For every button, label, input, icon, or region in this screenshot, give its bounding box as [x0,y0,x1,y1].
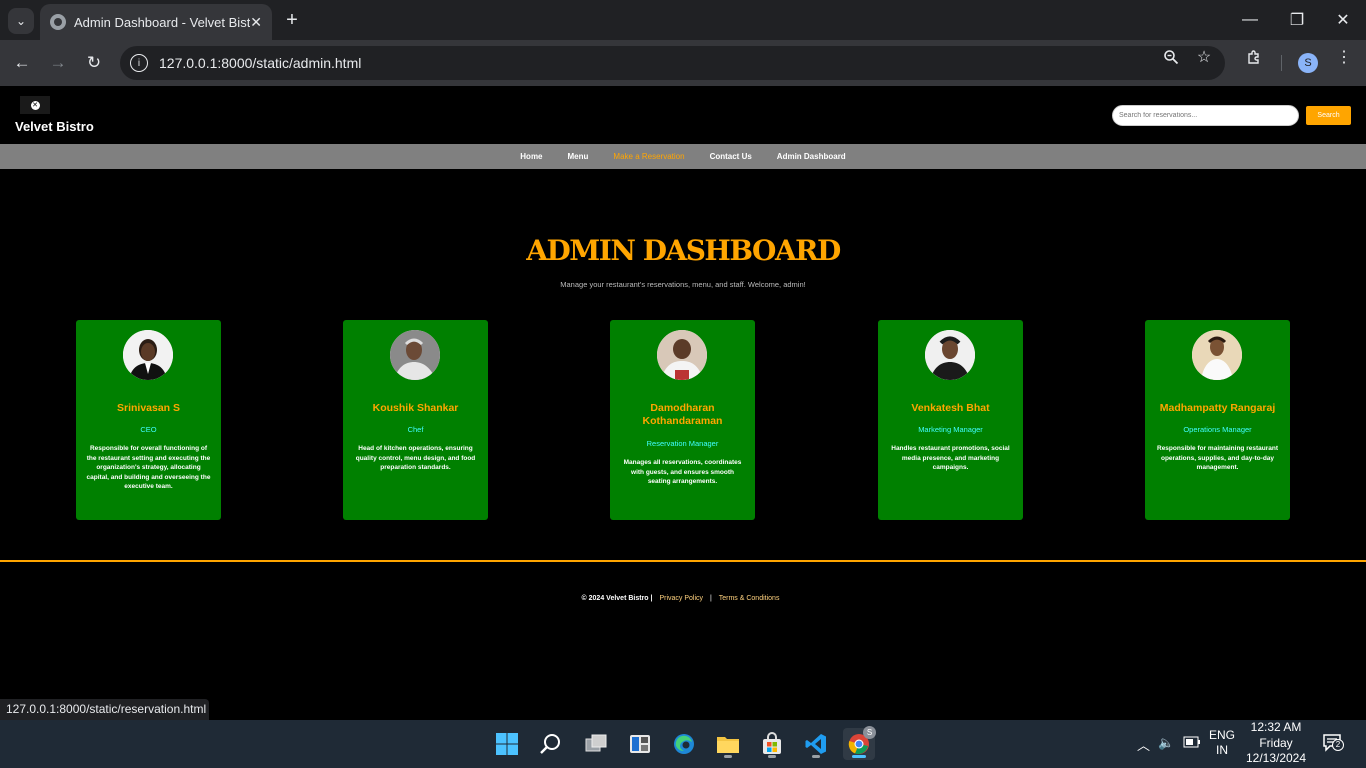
staff-photo [657,330,707,380]
running-indicator [724,755,732,758]
file-explorer-icon[interactable] [712,728,744,760]
profile-avatar[interactable]: S [1298,53,1318,73]
address-bar[interactable]: i 127.0.0.1:8000/static/admin.html [120,46,1225,80]
page-subtitle: Manage your restaurant's reservations, m… [560,280,806,289]
zoom-icon[interactable] [1162,48,1180,66]
staff-description: Responsible for maintaining restaurant o… [1157,445,1278,471]
staff-description: Responsible for overall functioning of t… [86,445,211,490]
browser-tab[interactable]: Admin Dashboard - Velvet Bistro ✕ [40,4,272,40]
staff-name: Damodharan Kothandaraman [642,402,723,427]
staff-card: Koushik Shankar Chef Head of kitchen ope… [343,320,488,520]
staff-name: Srinivasan S [116,402,181,414]
running-indicator [768,755,776,758]
footer-separator: | [709,595,712,602]
clock-time: 12:32 AM [1250,720,1302,734]
browser-toolbar: ← → ↻ i 127.0.0.1:8000/static/admin.html… [0,40,1366,86]
brand-name[interactable]: Velvet Bistro [15,119,94,134]
staff-role: Marketing Manager [918,425,983,434]
link-status-bar: 127.0.0.1:8000/static/reservation.html [0,699,209,720]
site-header: ✕ Velvet Bistro Search [0,86,1366,144]
volume-icon[interactable]: 🔈 [1158,735,1174,751]
reservation-search-input[interactable] [1112,105,1299,126]
reload-icon[interactable]: ↻ [82,51,106,75]
web-page: ✕ Velvet Bistro Search Home Menu Make a … [0,86,1366,720]
staff-photo [123,330,173,380]
staff-card: Damodharan Kothandaraman Reservation Man… [610,320,755,520]
battery-icon[interactable] [1183,736,1201,751]
show-hidden-icons-chevron-icon[interactable]: ︿ [1137,735,1150,754]
toolbar-divider [1281,55,1282,71]
chrome-icon[interactable]: S [843,726,876,760]
staff-card: Srinivasan S CEO Responsible for overall… [76,320,221,520]
browser-tab-bar: ⌄ Admin Dashboard - Velvet Bistro ✕ + — … [0,0,1366,40]
staff-name: Madhampatty Rangaraj [1159,402,1276,414]
clock[interactable]: 12:32 AM Friday 12/13/2024 [1240,720,1312,767]
logo[interactable]: ✕ [20,96,50,114]
close-tab-icon[interactable]: ✕ [250,14,262,31]
language-region: IN [1216,743,1228,757]
new-tab-icon[interactable]: + [282,8,302,32]
edge-browser-icon[interactable] [668,728,700,760]
clock-day: Friday [1259,735,1293,750]
close-window-icon[interactable]: ✕ [1331,8,1355,32]
main-nav: Home Menu Make a Reservation Contact Us … [0,144,1366,169]
search-button[interactable]: Search [1306,106,1351,125]
search-icon[interactable] [535,728,567,760]
staff-photo [1192,330,1242,380]
more-menu-icon[interactable]: ⋮ [1335,48,1353,66]
widgets-icon[interactable] [624,728,656,760]
terms-link[interactable]: Terms & Conditions [719,595,780,602]
staff-card: Madhampatty Rangaraj Operations Manager … [1145,320,1290,520]
nav-menu[interactable]: Menu [568,152,589,161]
back-icon[interactable]: ← [10,51,34,75]
tab-search-chevron-icon[interactable]: ⌄ [8,8,34,34]
site-footer: © 2024 Velvet Bistro | Privacy Policy | … [0,595,1366,602]
nav-contact-us[interactable]: Contact Us [710,152,752,161]
staff-description: Handles restaurant promotions, social me… [891,445,1010,471]
copyright-text: © 2024 Velvet Bistro | [581,595,653,602]
staff-photo [390,330,440,380]
url-text[interactable]: 127.0.0.1:8000/static/admin.html [159,55,361,71]
minimize-icon[interactable]: — [1238,8,1262,32]
nav-home[interactable]: Home [520,152,542,161]
clock-date: 12/13/2024 [1245,751,1307,765]
staff-description: Manages all reservations, coordinates wi… [623,459,742,485]
staff-description: Head of kitchen operations, ensuring qua… [355,445,476,471]
language-indicator[interactable]: ENG IN [1207,728,1237,758]
active-indicator [852,755,866,758]
staff-role: CEO [140,425,157,434]
staff-name: Koushik Shankar [372,402,459,414]
staff-name: Venkatesh Bhat [911,402,990,414]
restore-icon[interactable]: ❐ [1285,8,1309,32]
staff-role: Reservation Manager [646,439,719,448]
staff-photo [925,330,975,380]
nav-make-reservation[interactable]: Make a Reservation [613,152,684,161]
chrome-profile-badge: S [863,726,876,739]
task-view-icon[interactable] [580,728,612,760]
page-title: ADMIN DASHBOARD [526,234,841,267]
language-code: ENG [1208,728,1235,742]
logo-icon: ✕ [30,100,40,110]
staff-card: Venkatesh Bhat Marketing Manager Handles… [878,320,1023,520]
extensions-icon[interactable] [1245,48,1263,66]
nav-admin-dashboard[interactable]: Admin Dashboard [777,152,846,161]
tab-title: Admin Dashboard - Velvet Bistro [74,14,250,30]
notifications-icon[interactable]: 2 [1322,733,1344,756]
notification-count: 2 [1332,739,1344,751]
globe-icon [50,14,66,30]
staff-role: Chef [407,425,424,434]
vscode-icon[interactable] [800,728,832,760]
footer-divider [0,560,1366,562]
bookmark-star-icon[interactable]: ☆ [1195,48,1213,66]
windows-taskbar: S ︿ 🔈 ENG IN 12:32 AM Friday 12/13/2024 … [0,720,1366,768]
store-icon[interactable] [756,728,788,760]
running-indicator [812,755,820,758]
start-windows-icon[interactable] [491,728,523,760]
forward-icon[interactable]: → [46,51,70,75]
site-info-icon[interactable]: i [130,54,148,72]
privacy-policy-link[interactable]: Privacy Policy [659,595,703,602]
staff-role: Operations Manager [1183,425,1252,434]
